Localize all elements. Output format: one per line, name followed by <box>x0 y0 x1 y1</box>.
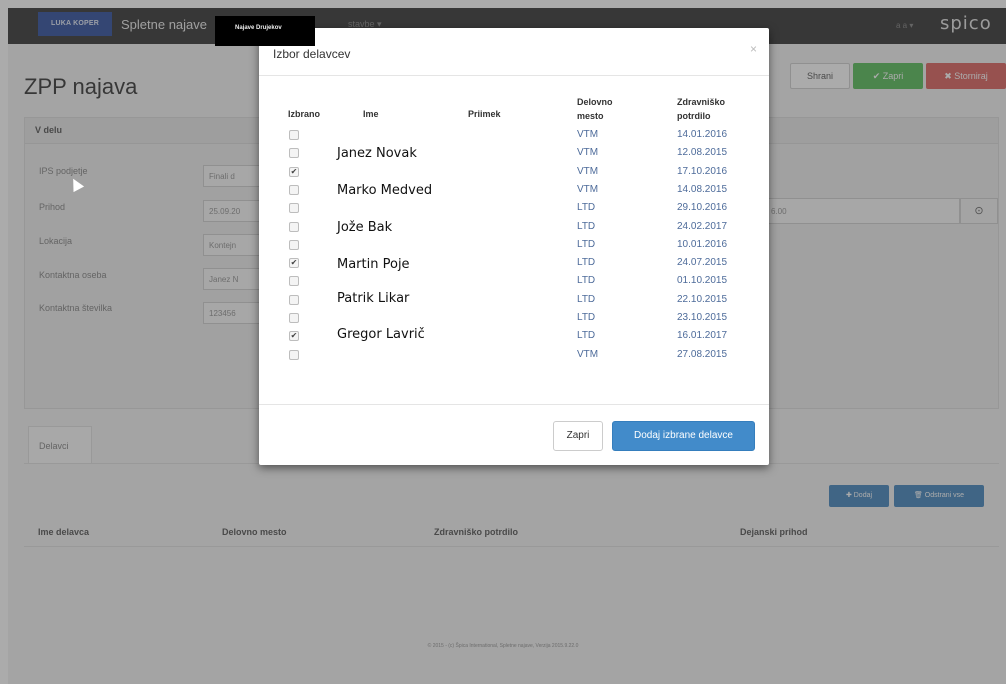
medical-date-cell: 17.10.2016 <box>677 166 728 177</box>
workplace-cell: VTM <box>577 147 599 158</box>
row-checkbox[interactable] <box>289 240 299 250</box>
medical-date-cell: 29.10.2016 <box>677 202 728 213</box>
row-checkbox[interactable] <box>289 203 299 213</box>
medical-date-cell: 12.08.2015 <box>677 147 728 158</box>
row-checkbox[interactable]: ✔ <box>289 167 299 177</box>
workplace-cell: LTD <box>577 275 596 286</box>
workplace-cell: VTM <box>577 166 599 177</box>
column-workplace: Delovno mesto <box>577 97 613 121</box>
handwritten-name: Gregor Lavrič <box>337 327 425 342</box>
workplace-cell: LTD <box>577 239 596 250</box>
handwritten-name: Jože Bak <box>337 220 393 235</box>
medical-date-cell: 14.01.2016 <box>677 129 728 140</box>
column-medical-certificate: Zdravniško potrdilo <box>677 97 726 121</box>
handwritten-name: Martin Poje <box>337 257 410 272</box>
medical-date-cell: 01.10.2015 <box>677 275 728 286</box>
add-selected-workers-button[interactable]: Dodaj izbrane delavce <box>612 421 755 451</box>
column-selected: Izbrano <box>288 109 321 119</box>
row-checkbox[interactable] <box>289 185 299 195</box>
medical-date-cell: 24.07.2015 <box>677 257 728 268</box>
close-icon[interactable]: × <box>750 42 757 56</box>
dialog-footer-divider <box>259 404 769 405</box>
row-checkbox[interactable]: ✔ <box>289 258 299 268</box>
handwritten-name: Marko Medved <box>337 183 433 198</box>
workplace-cell: LTD <box>577 202 596 213</box>
handwritten-name: Patrik Likar <box>337 291 410 306</box>
dialog-close-button[interactable]: Zapri <box>553 421 603 451</box>
workplace-cell: LTD <box>577 221 596 232</box>
workplace-cell: LTD <box>577 294 596 305</box>
row-checkbox[interactable]: ✔ <box>289 331 299 341</box>
workplace-cell: VTM <box>577 129 599 140</box>
medical-date-cell: 23.10.2015 <box>677 312 728 323</box>
medical-date-cell: 10.01.2016 <box>677 239 728 250</box>
medical-date-cell: 24.02.2017 <box>677 221 728 232</box>
workplace-cell: VTM <box>577 349 599 360</box>
row-checkbox[interactable] <box>289 313 299 323</box>
medical-date-cell: 14.08.2015 <box>677 184 728 195</box>
workplace-cell: LTD <box>577 257 596 268</box>
column-last-name: Priimek <box>468 109 501 119</box>
row-checkbox[interactable] <box>289 148 299 158</box>
dialog-title: Izbor delavcev <box>273 47 351 61</box>
highlight-tab: Najave Drujekov <box>215 16 315 46</box>
workplace-cell: LTD <box>577 330 596 341</box>
medical-date-cell: 16.01.2017 <box>677 330 728 341</box>
column-first-name: Ime <box>363 109 379 119</box>
row-checkbox[interactable] <box>289 130 299 140</box>
handwritten-name: Janez Novak <box>337 146 417 161</box>
workplace-cell: VTM <box>577 184 599 195</box>
row-checkbox[interactable] <box>289 276 299 286</box>
dialog-header-divider <box>259 75 769 76</box>
medical-date-cell: 27.08.2015 <box>677 349 728 360</box>
row-checkbox[interactable] <box>289 350 299 360</box>
workplace-cell: LTD <box>577 312 596 323</box>
medical-date-cell: 22.10.2015 <box>677 294 728 305</box>
row-checkbox[interactable] <box>289 295 299 305</box>
select-workers-dialog: Izbor delavcev × Izbrano Ime Priimek Del… <box>259 28 769 465</box>
row-checkbox[interactable] <box>289 222 299 232</box>
